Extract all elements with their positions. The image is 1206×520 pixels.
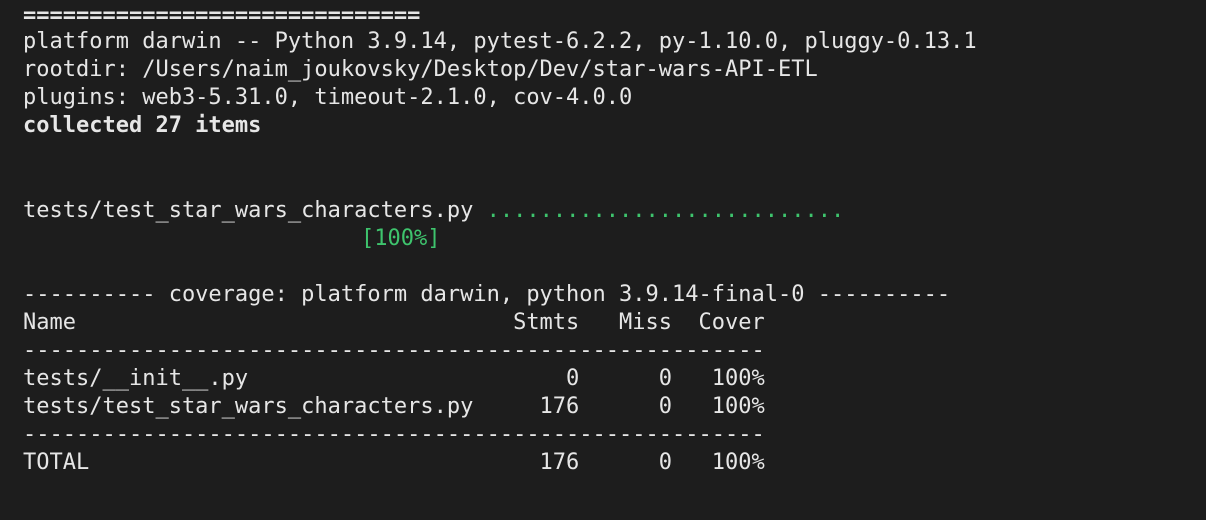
collected-line: collected 27 items <box>23 113 262 138</box>
terminal-window[interactable]: ============================== platform … <box>0 0 1206 520</box>
table-header: Name Stmts Miss Cover <box>23 310 765 335</box>
coverage-header: ---------- coverage: platform darwin, py… <box>23 282 951 307</box>
test-percent: [100%] <box>361 226 441 251</box>
total-row: TOTAL 176 0 100% <box>23 450 765 475</box>
test-pass-dots: ........................... <box>486 198 845 223</box>
test-file-name: tests/test_star_wars_characters.py <box>23 198 487 223</box>
table-separator: ----------------------------------------… <box>23 338 765 363</box>
rootdir-line: rootdir: /Users/naim_joukovsky/Desktop/D… <box>23 57 818 82</box>
table-row: tests/__init__.py 0 0 100% <box>23 366 765 391</box>
separator-top: ============================== <box>23 3 421 28</box>
test-progress-line: tests/test_star_wars_characters.py .....… <box>23 197 844 225</box>
table-separator-bottom: ----------------------------------------… <box>23 422 765 447</box>
table-row: tests/test_star_wars_characters.py 176 0… <box>23 394 765 419</box>
platform-line: platform darwin -- Python 3.9.14, pytest… <box>23 29 977 54</box>
plugins-line: plugins: web3-5.31.0, timeout-2.1.0, cov… <box>23 85 633 110</box>
